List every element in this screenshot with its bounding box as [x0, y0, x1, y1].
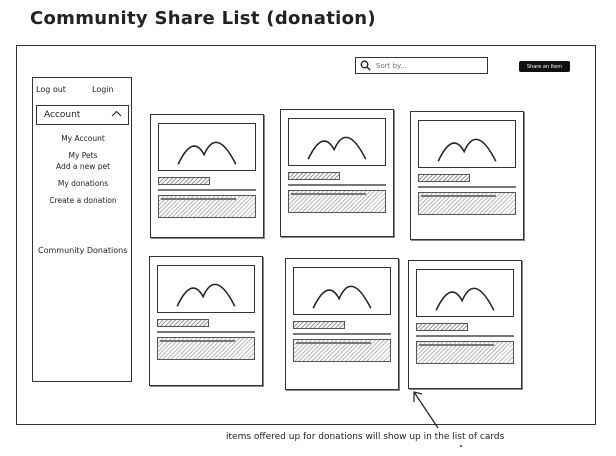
donation-card[interactable]	[285, 258, 399, 390]
card-description-placeholder	[157, 337, 255, 360]
donation-card[interactable]	[410, 111, 524, 240]
card-title-placeholder	[416, 323, 468, 331]
image-placeholder-icon	[157, 265, 255, 313]
account-menu: My Account My Pets Add a new pet My dona…	[33, 130, 133, 209]
image-placeholder-icon	[416, 269, 514, 317]
login-link[interactable]: Login	[92, 85, 114, 94]
chevron-up-icon	[111, 110, 122, 120]
sidebar: Log out Login Account My Account My Pets…	[32, 77, 132, 382]
image-placeholder-icon	[418, 120, 516, 168]
image-placeholder-icon	[293, 267, 391, 315]
card-title-placeholder	[157, 319, 209, 327]
search-box[interactable]	[355, 57, 488, 74]
sidebar-item-community-donations[interactable]: Community Donations	[38, 246, 127, 255]
card-divider	[418, 186, 516, 188]
card-divider	[157, 331, 255, 333]
share-item-button[interactable]: Share an Item	[519, 61, 570, 72]
page-title: Community Share List (donation)	[30, 8, 376, 29]
card-divider	[293, 333, 391, 335]
image-placeholder-icon	[158, 123, 256, 171]
sidebar-item-add-pet[interactable]: Add a new pet	[33, 158, 133, 175]
donation-card[interactable]	[280, 109, 394, 237]
card-divider	[416, 335, 514, 337]
sidebar-item-my-account[interactable]: My Account	[33, 130, 133, 147]
card-title-placeholder	[288, 172, 340, 180]
card-divider	[158, 189, 256, 191]
card-description-placeholder	[416, 341, 514, 364]
annotation-dot	[460, 445, 462, 447]
account-label: Account	[44, 110, 81, 120]
donation-card[interactable]	[408, 260, 522, 389]
arrow-icon	[413, 391, 439, 429]
card-description-placeholder	[288, 190, 386, 213]
sidebar-item-create-donation[interactable]: Create a donation	[33, 192, 133, 209]
search-input[interactable]	[376, 61, 476, 70]
card-description-placeholder	[418, 192, 516, 215]
annotation-note: items offered up for donations will show…	[226, 432, 505, 442]
card-description-placeholder	[158, 195, 256, 218]
search-icon	[360, 56, 371, 75]
logout-link[interactable]: Log out	[36, 85, 66, 94]
donation-card[interactable]	[149, 256, 263, 386]
card-title-placeholder	[293, 321, 345, 329]
account-dropdown[interactable]: Account	[36, 105, 129, 125]
card-title-placeholder	[418, 174, 470, 182]
sidebar-item-my-donations[interactable]: My donations	[33, 175, 133, 192]
card-title-placeholder	[158, 177, 210, 185]
image-placeholder-icon	[288, 118, 386, 166]
donation-card[interactable]	[150, 114, 264, 238]
card-divider	[288, 184, 386, 186]
card-description-placeholder	[293, 339, 391, 362]
